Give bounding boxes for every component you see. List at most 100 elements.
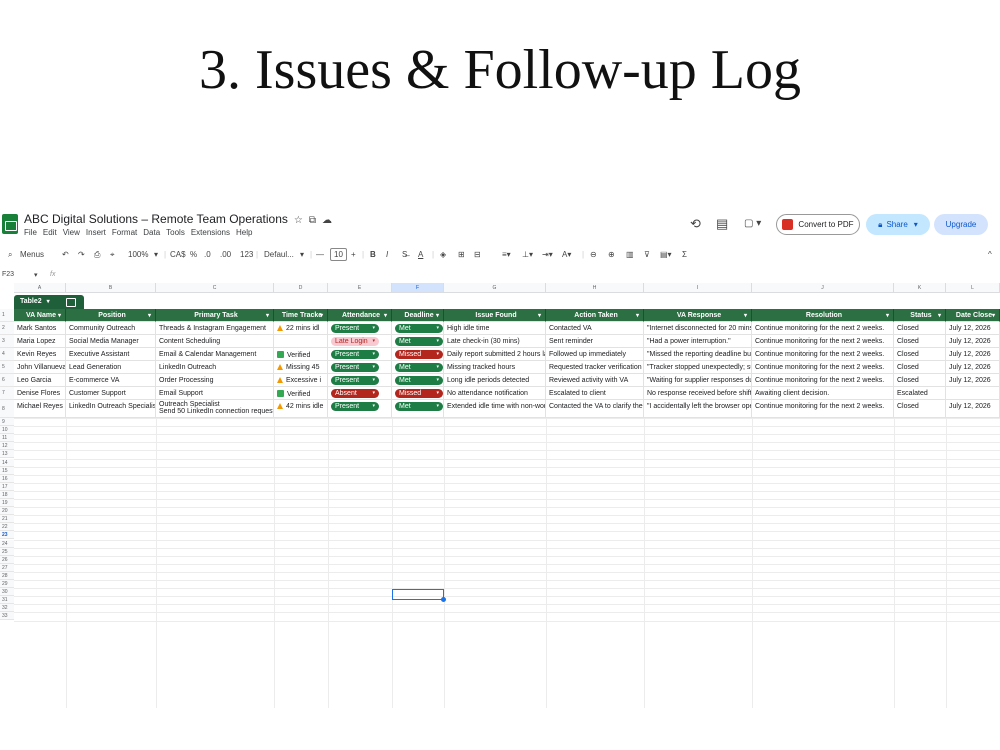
row-header[interactable]: 6 <box>0 374 14 387</box>
merge-cells-icon[interactable]: ⊟ <box>474 250 481 259</box>
font-select[interactable]: Defaul... <box>264 250 294 259</box>
deadline-chip[interactable]: Met ▾ <box>395 402 443 411</box>
column-filter-icon[interactable]: ▾ <box>938 312 941 319</box>
time-tracker-cell[interactable]: Missing 45 <box>274 361 328 374</box>
column-header-b[interactable]: B <box>66 283 156 293</box>
increase-font-size-button[interactable]: + <box>351 250 356 259</box>
undo-icon[interactable]: ↶ <box>62 250 69 259</box>
row-header[interactable]: 24 <box>0 539 14 548</box>
column-header-g[interactable]: G <box>444 283 546 293</box>
number-format-button[interactable]: 123 <box>240 250 253 259</box>
formula-input[interactable] <box>62 270 992 281</box>
issue-found-cell[interactable]: Late check-in (30 mins) <box>444 335 546 348</box>
action-taken-cell[interactable]: Requested tracker verification <box>546 361 644 374</box>
va-name-cell[interactable]: Kevin Reyes <box>14 348 66 361</box>
column-header-e[interactable]: E <box>328 283 392 293</box>
row-header[interactable]: 30 <box>0 588 14 597</box>
star-icon[interactable]: ☆ <box>294 215 303 226</box>
row-header[interactable]: 26 <box>0 555 14 564</box>
primary-task-cell[interactable]: Email Support <box>156 387 274 400</box>
va-name-cell[interactable]: Mark Santos <box>14 322 66 335</box>
row-header[interactable]: 28 <box>0 571 14 580</box>
vertical-align-icon[interactable]: ⊥▾ <box>522 250 533 259</box>
va-name-cell[interactable]: Michael Reyes <box>14 400 66 418</box>
fill-color-icon[interactable]: ◈ <box>440 250 446 259</box>
resolution-cell[interactable]: Continue monitoring for the next 2 weeks… <box>752 348 894 361</box>
resolution-cell[interactable]: Continue monitoring for the next 2 weeks… <box>752 400 894 418</box>
row-header[interactable]: 20 <box>0 507 14 516</box>
time-tracker-cell[interactable]: Excessive i <box>274 374 328 387</box>
primary-task-cell[interactable]: Order Processing <box>156 374 274 387</box>
attendance-chip[interactable]: Absent ▾ <box>331 389 379 398</box>
primary-task-cell[interactable]: Outreach Specialist Send 50 LinkedIn conn… <box>156 400 274 418</box>
attendance-chip[interactable]: Present ▾ <box>331 402 379 411</box>
deadline-cell[interactable]: Met ▾ <box>392 335 444 348</box>
row-header[interactable]: 2 <box>0 322 14 335</box>
attendance-chip[interactable]: Present ▾ <box>331 376 379 385</box>
column-filter-icon[interactable]: ▾ <box>886 312 889 319</box>
row-header[interactable]: 4 <box>0 348 14 361</box>
increase-decimal-button[interactable]: .00 <box>220 250 231 259</box>
share-button[interactable]: 🔒︎ Share ▾ <box>866 214 930 235</box>
date-closed-cell[interactable]: July 12, 2026 <box>946 322 1000 335</box>
column-header-f[interactable]: F <box>392 283 444 293</box>
status-cell[interactable]: Closed <box>894 335 946 348</box>
row-header[interactable]: 8 <box>0 400 14 418</box>
row-header[interactable]: 7 <box>0 387 14 400</box>
name-box[interactable]: F23 <box>2 271 14 278</box>
deadline-cell[interactable]: Met ▾ <box>392 322 444 335</box>
share-caret-icon[interactable]: ▾ <box>914 220 918 229</box>
resolution-cell[interactable]: Continue monitoring for the next 2 weeks… <box>752 322 894 335</box>
decrease-font-size-button[interactable]: — <box>316 250 324 259</box>
primary-task-cell[interactable]: Email & Calendar Management <box>156 348 274 361</box>
zoom-select[interactable]: 100% <box>128 250 148 259</box>
position-cell[interactable]: E-commerce VA <box>66 374 156 387</box>
column-filter-icon[interactable]: ▾ <box>744 312 747 319</box>
action-taken-cell[interactable]: Contacted VA <box>546 322 644 335</box>
italic-button[interactable]: I <box>386 250 388 259</box>
row-header[interactable]: 5 <box>0 361 14 374</box>
row-header[interactable]: 31 <box>0 596 14 605</box>
strikethrough-button[interactable]: S̶ <box>402 250 407 259</box>
va-name-cell[interactable]: Leo Garcia <box>14 374 66 387</box>
status-cell[interactable]: Escalated <box>894 387 946 400</box>
va-name-cell[interactable]: Denise Flores <box>14 387 66 400</box>
va-response-cell[interactable]: "Had a power interruption." <box>644 335 752 348</box>
attendance-cell[interactable]: Late Login ▾ <box>328 335 392 348</box>
position-cell[interactable]: Customer Support <box>66 387 156 400</box>
primary-task-cell[interactable]: Threads & Instagram Engagement <box>156 322 274 335</box>
deadline-chip[interactable]: Met ▾ <box>395 337 443 346</box>
issue-found-cell[interactable]: Missing tracked hours <box>444 361 546 374</box>
menu-file[interactable]: File <box>24 228 37 237</box>
row-header[interactable]: 12 <box>0 442 14 451</box>
horizontal-align-icon[interactable]: ≡▾ <box>502 250 511 259</box>
va-response-cell[interactable]: "Waiting for supplier responses du <box>644 374 752 387</box>
row-header[interactable]: 9 <box>0 418 14 426</box>
date-closed-cell[interactable]: July 12, 2026 <box>946 374 1000 387</box>
status-cell[interactable]: Closed <box>894 361 946 374</box>
status-cell[interactable]: Closed <box>894 348 946 361</box>
status-cell[interactable]: Closed <box>894 374 946 387</box>
column-header-l[interactable]: L <box>946 283 1000 293</box>
position-cell[interactable]: Social Media Manager <box>66 335 156 348</box>
date-closed-cell[interactable] <box>946 387 1000 400</box>
deadline-chip[interactable]: Missed ▾ <box>395 350 443 359</box>
search-menus-button[interactable]: Menus <box>20 250 44 259</box>
menu-help[interactable]: Help <box>236 228 252 237</box>
column-header-h[interactable]: H <box>546 283 644 293</box>
resolution-cell[interactable]: Continue monitoring for the next 2 weeks… <box>752 335 894 348</box>
time-tracker-cell[interactable]: 42 mins idle <box>274 400 328 418</box>
percent-button[interactable]: % <box>190 250 197 259</box>
primary-task-cell[interactable]: LinkedIn Outreach <box>156 361 274 374</box>
attendance-chip[interactable]: Present ▾ <box>331 350 379 359</box>
font-size-input[interactable]: 10 <box>330 248 347 261</box>
row-header[interactable]: 18 <box>0 490 14 499</box>
insert-link-icon[interactable]: ⊖ <box>590 250 597 259</box>
font-caret-icon[interactable]: ▾ <box>300 250 304 259</box>
column-header-k[interactable]: K <box>894 283 946 293</box>
attendance-cell[interactable]: Present ▾ <box>328 348 392 361</box>
position-cell[interactable]: Lead Generation <box>66 361 156 374</box>
row-header[interactable]: 17 <box>0 482 14 491</box>
menu-data[interactable]: Data <box>143 228 160 237</box>
search-icon[interactable]: ⌕ <box>8 250 12 260</box>
